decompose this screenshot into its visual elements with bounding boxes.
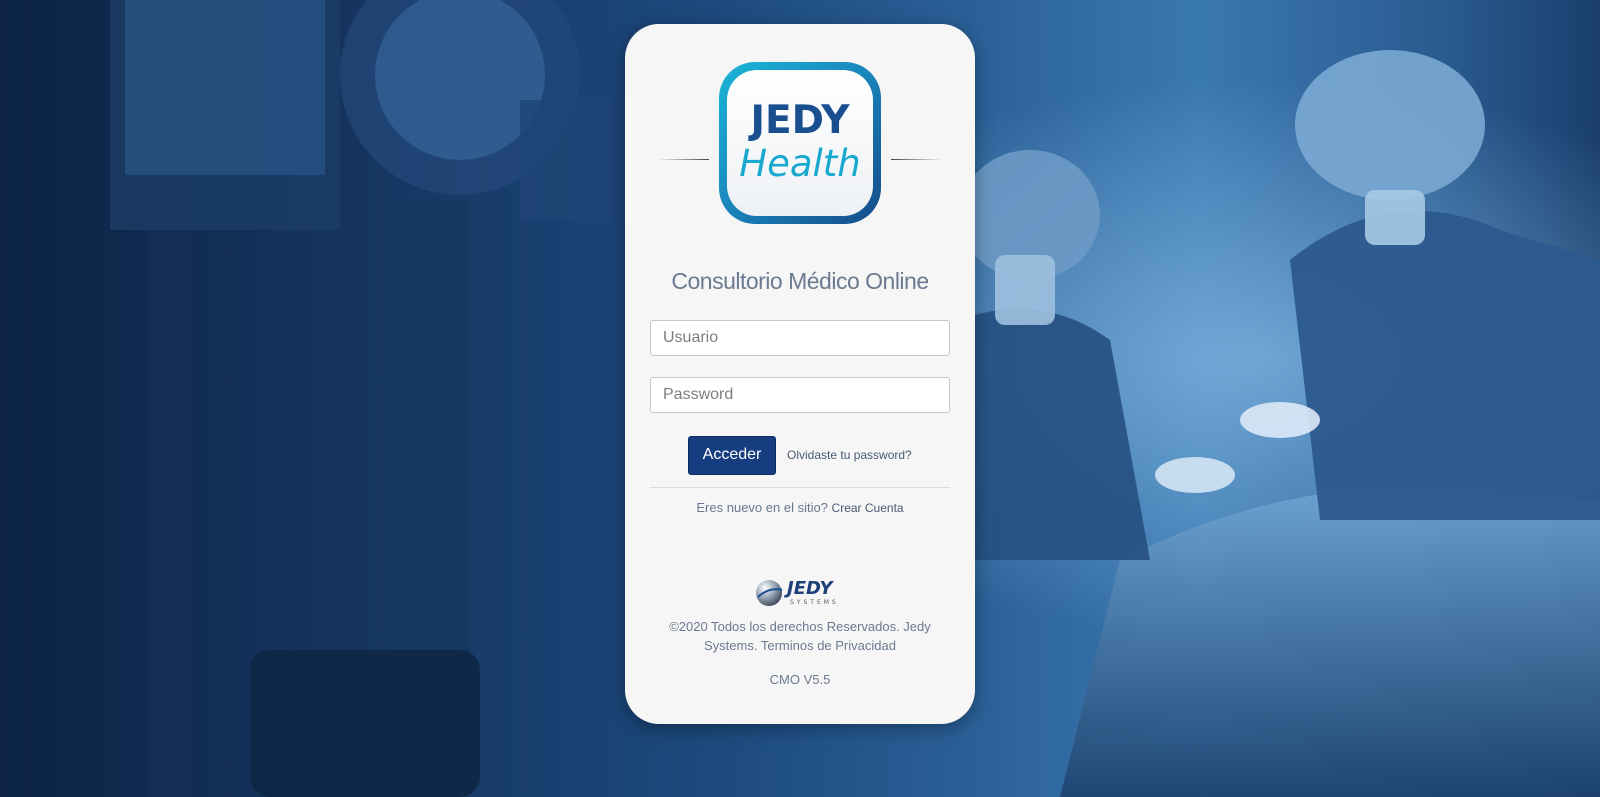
jedy-health-logo: JEDY Health	[719, 62, 881, 224]
login-card: JEDY Health Consultorio Médico Online Ac…	[625, 24, 975, 724]
logo-inner-panel: JEDY Health	[727, 70, 873, 216]
create-account-link[interactable]: Crear Cuenta	[832, 501, 904, 515]
logo-divider-left	[657, 159, 709, 160]
jedy-systems-logo: JEDY SYSTEMS	[755, 577, 847, 611]
logo-word-jedy: JEDY	[750, 98, 850, 143]
app-version: CMO V5.5	[769, 672, 831, 687]
jedy-systems-wordmark: JEDY	[787, 578, 833, 599]
page-subtitle: Consultorio Médico Online	[671, 268, 929, 294]
forgot-password-link[interactable]: Olvidaste tu password?	[787, 448, 912, 462]
form-divider	[650, 487, 950, 488]
new-site-text: Eres nuevo en el sitio?	[696, 500, 828, 515]
jedy-systems-subtext: SYSTEMS	[790, 599, 839, 606]
new-user-prompt: Eres nuevo en el sitio? Crear Cuenta	[625, 500, 975, 515]
logo-divider-right	[891, 159, 943, 160]
username-input[interactable]	[650, 320, 950, 356]
password-input[interactable]	[650, 377, 950, 413]
copyright-text: ©2020 Todos los derechos Reservados. Jed…	[669, 619, 931, 653]
login-button[interactable]: Acceder	[688, 436, 776, 475]
logo-word-health: Health	[739, 142, 861, 185]
